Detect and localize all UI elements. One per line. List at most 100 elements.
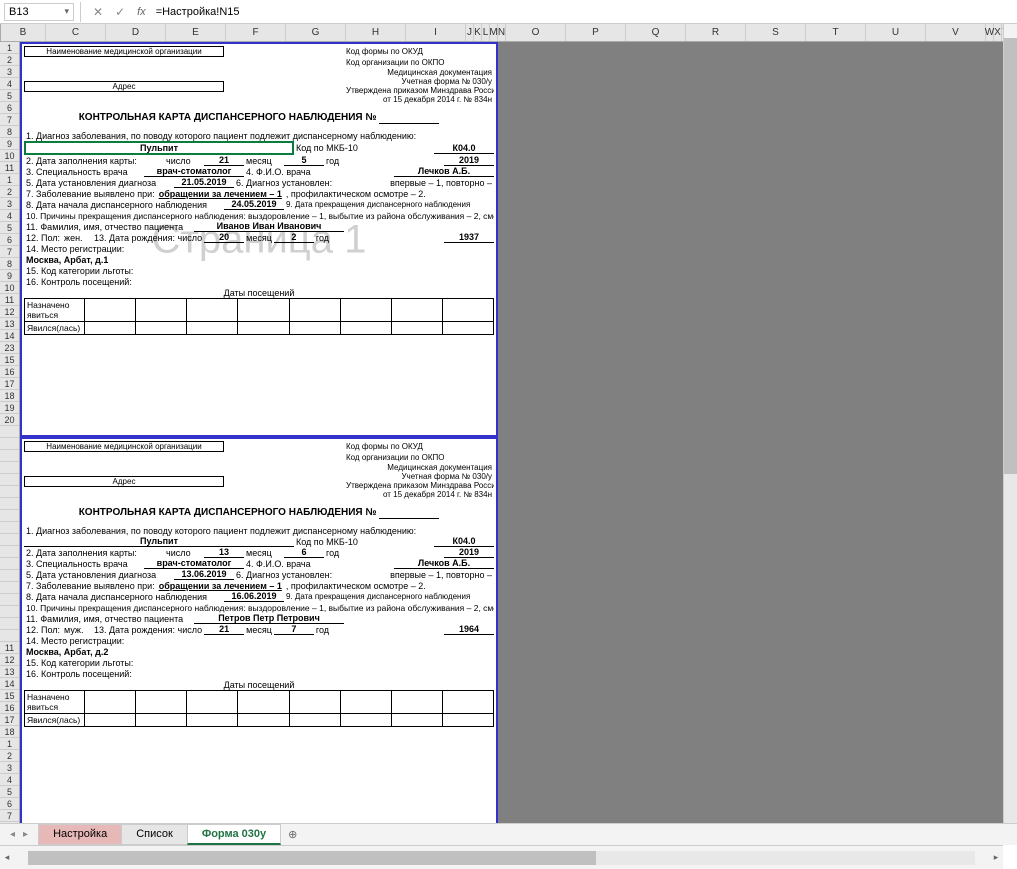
tab-nav-prev-icon[interactable]: ◂: [6, 829, 19, 840]
row-header[interactable]: [0, 462, 19, 474]
row-header[interactable]: [0, 558, 19, 570]
row-header[interactable]: [0, 570, 19, 582]
column-header[interactable]: R: [686, 24, 746, 41]
column-header[interactable]: W: [986, 24, 994, 41]
row-header[interactable]: 3: [0, 762, 19, 774]
row-header[interactable]: [0, 450, 19, 462]
row-header[interactable]: 5: [0, 222, 19, 234]
column-header[interactable]: T: [806, 24, 866, 41]
column-header[interactable]: P: [566, 24, 626, 41]
row-header[interactable]: 23: [0, 342, 19, 354]
row-header[interactable]: 18: [0, 726, 19, 738]
column-header[interactable]: D: [106, 24, 166, 41]
row-header[interactable]: 1: [0, 42, 19, 54]
row-header[interactable]: 17: [0, 714, 19, 726]
row-header[interactable]: 17: [0, 378, 19, 390]
row-header[interactable]: 3: [0, 198, 19, 210]
hscroll-right-icon[interactable]: ▸: [989, 852, 1003, 863]
hscroll-thumb[interactable]: [28, 851, 596, 865]
row-header[interactable]: 11: [0, 642, 19, 654]
row-header[interactable]: [0, 498, 19, 510]
row-header[interactable]: 4: [0, 78, 19, 90]
column-header[interactable]: O: [506, 24, 566, 41]
row-header[interactable]: [0, 474, 19, 486]
name-box[interactable]: B13 ▾: [4, 3, 74, 21]
tab-spisok[interactable]: Список: [121, 824, 188, 845]
row-header[interactable]: 10: [0, 150, 19, 162]
row-header[interactable]: 16: [0, 702, 19, 714]
row-header[interactable]: 15: [0, 690, 19, 702]
row-header[interactable]: 11: [0, 162, 19, 174]
row-header[interactable]: 2: [0, 54, 19, 66]
row-header[interactable]: [0, 510, 19, 522]
tab-forma[interactable]: Форма 030у: [187, 824, 281, 845]
row-header[interactable]: 4: [0, 774, 19, 786]
column-header[interactable]: X: [994, 24, 1002, 41]
column-header[interactable]: I: [406, 24, 466, 41]
row-header[interactable]: 10: [0, 282, 19, 294]
row-header[interactable]: 11: [0, 294, 19, 306]
accept-formula-icon[interactable]: ✓: [109, 5, 131, 19]
row-header[interactable]: 14: [0, 678, 19, 690]
horizontal-scrollbar[interactable]: ◂ ▸: [0, 845, 1003, 869]
name-box-dropdown-icon[interactable]: ▾: [64, 6, 69, 17]
row-header[interactable]: [0, 618, 19, 630]
row-header[interactable]: 6: [0, 234, 19, 246]
row-header[interactable]: [0, 426, 19, 438]
column-header[interactable]: C: [46, 24, 106, 41]
row-header[interactable]: 8: [0, 126, 19, 138]
row-header[interactable]: 20: [0, 414, 19, 426]
row-header[interactable]: 3: [0, 66, 19, 78]
column-header[interactable]: F: [226, 24, 286, 41]
row-header[interactable]: 13: [0, 318, 19, 330]
row-header[interactable]: 18: [0, 390, 19, 402]
spreadsheet-grid[interactable]: BCDEFGHIJKLMNOPQRSTUVWXYZAA 123456789101…: [0, 24, 1017, 823]
row-header[interactable]: 7: [0, 114, 19, 126]
tab-nastroyka[interactable]: Настройка: [38, 824, 122, 845]
column-header[interactable]: G: [286, 24, 346, 41]
row-header[interactable]: 12: [0, 654, 19, 666]
row-header[interactable]: [0, 486, 19, 498]
fx-icon[interactable]: fx: [131, 6, 152, 18]
column-header[interactable]: Q: [626, 24, 686, 41]
row-header[interactable]: 6: [0, 102, 19, 114]
cells-area[interactable]: Страница 1 Наименование медицинской орга…: [20, 42, 1017, 823]
column-header[interactable]: J: [466, 24, 474, 41]
column-header[interactable]: V: [926, 24, 986, 41]
row-header[interactable]: 7: [0, 246, 19, 258]
tab-nav-next-icon[interactable]: ▸: [19, 829, 32, 840]
row-header[interactable]: 19: [0, 402, 19, 414]
row-header[interactable]: 2: [0, 186, 19, 198]
row-header[interactable]: [0, 606, 19, 618]
row-header[interactable]: [0, 582, 19, 594]
add-sheet-icon[interactable]: ⊕: [280, 825, 305, 844]
row-header[interactable]: [0, 546, 19, 558]
row-header[interactable]: 1: [0, 738, 19, 750]
row-header[interactable]: [0, 630, 19, 642]
row-header[interactable]: 4: [0, 210, 19, 222]
row-header[interactable]: 1: [0, 174, 19, 186]
vertical-scrollbar[interactable]: [1003, 24, 1017, 845]
row-header[interactable]: 6: [0, 798, 19, 810]
hscroll-left-icon[interactable]: ◂: [0, 852, 14, 863]
column-header[interactable]: N: [498, 24, 506, 41]
row-header[interactable]: 14: [0, 330, 19, 342]
row-header[interactable]: 9: [0, 138, 19, 150]
row-header[interactable]: [0, 534, 19, 546]
row-header[interactable]: 5: [0, 90, 19, 102]
column-header[interactable]: H: [346, 24, 406, 41]
column-header[interactable]: S: [746, 24, 806, 41]
row-header[interactable]: 2: [0, 750, 19, 762]
vscroll-thumb[interactable]: [1004, 38, 1017, 474]
row-header[interactable]: 8: [0, 258, 19, 270]
column-header[interactable]: M: [490, 24, 498, 41]
column-header[interactable]: U: [866, 24, 926, 41]
row-header[interactable]: [0, 522, 19, 534]
row-header[interactable]: 15: [0, 354, 19, 366]
row-header[interactable]: [0, 438, 19, 450]
cancel-formula-icon[interactable]: ✕: [87, 5, 109, 19]
row-header[interactable]: 5: [0, 786, 19, 798]
row-header[interactable]: 9: [0, 270, 19, 282]
column-header[interactable]: K: [474, 24, 482, 41]
formula-input[interactable]: [152, 4, 1017, 20]
